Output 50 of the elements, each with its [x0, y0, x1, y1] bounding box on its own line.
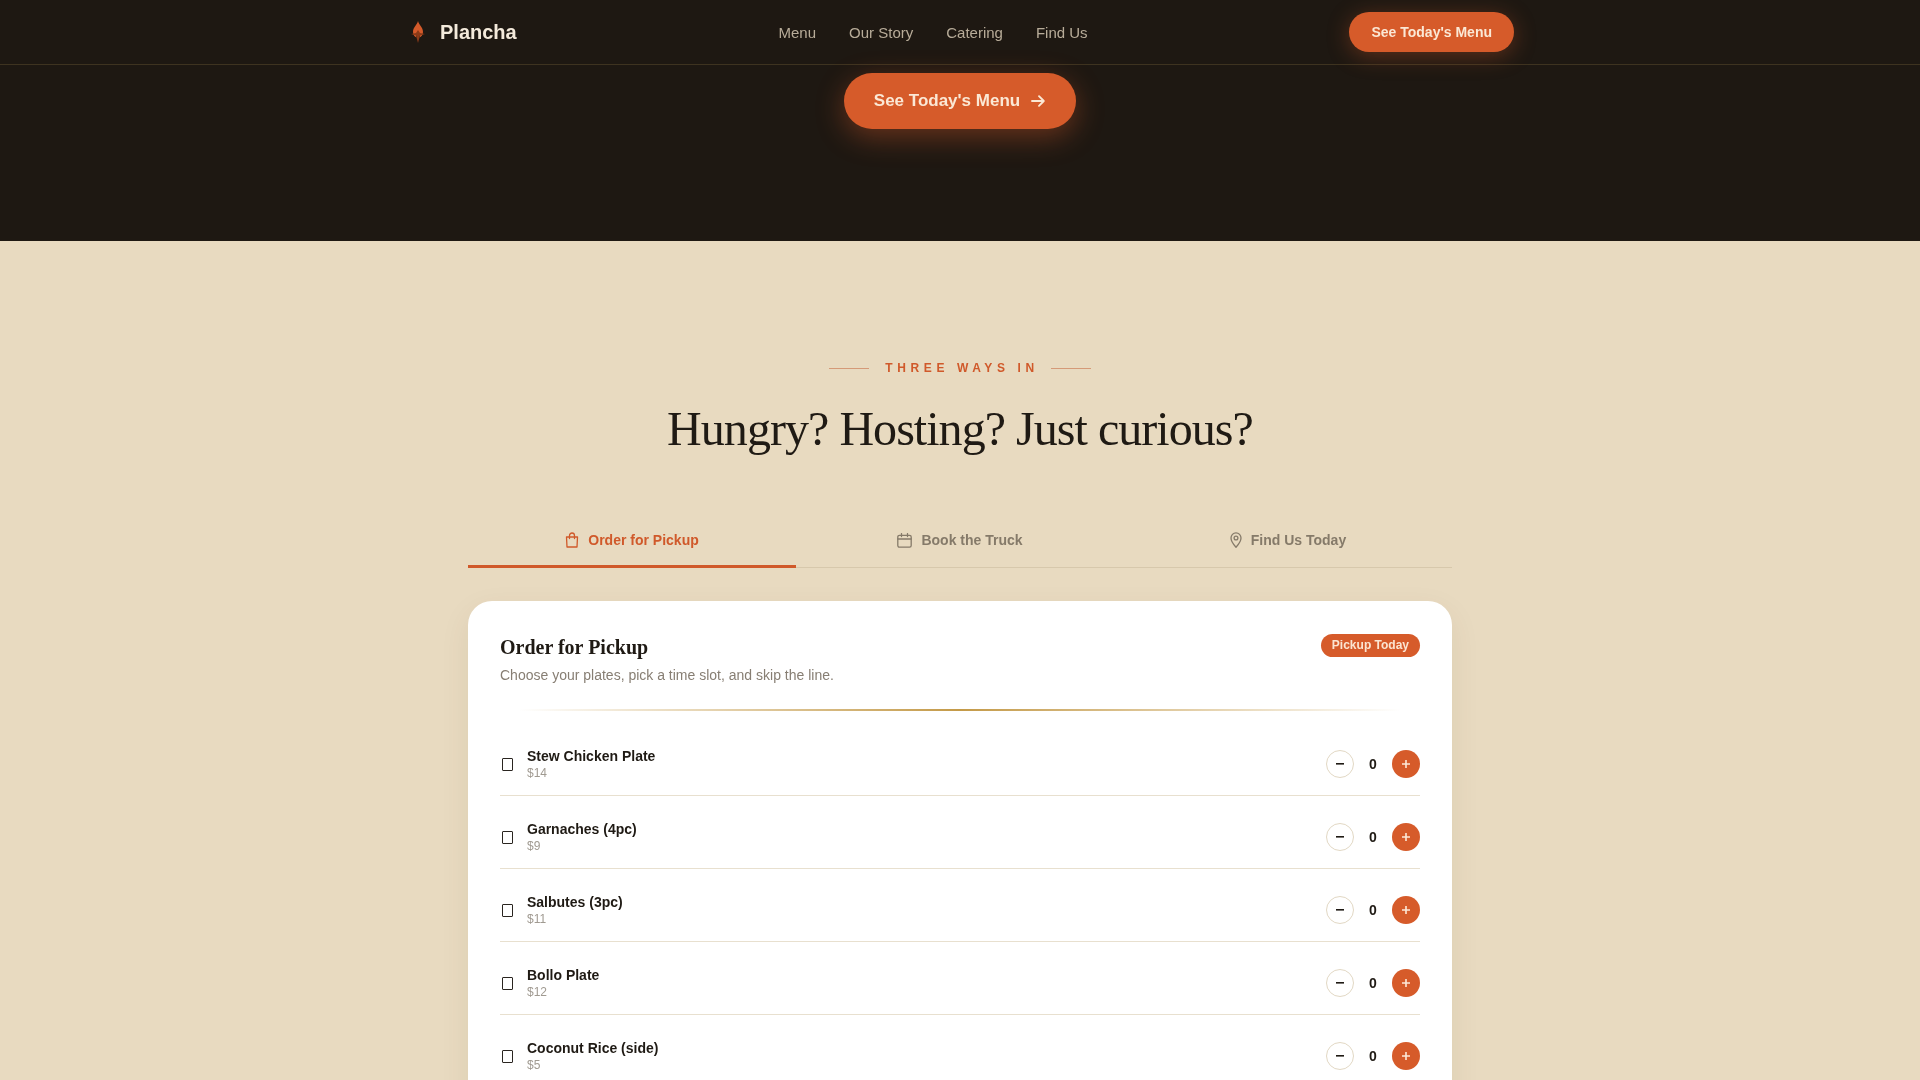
plus-icon	[1402, 979, 1410, 987]
shopping-bag-icon	[565, 532, 580, 548]
status-badge: Pickup Today	[1320, 634, 1420, 657]
item-price: $11	[527, 911, 548, 927]
plus-icon	[1402, 906, 1410, 914]
nav-link[interactable]: Find Us	[1035, 23, 1088, 41]
quantity-value: 0	[1368, 756, 1378, 772]
item-price: $12	[527, 984, 549, 1000]
item-price: $14	[527, 765, 549, 781]
item-name: Salbutes (3pc)	[527, 893, 624, 911]
calendar-icon	[897, 532, 913, 548]
arrow-right-icon	[1030, 93, 1047, 109]
minus-icon	[1336, 982, 1344, 984]
nav-link[interactable]: Catering	[946, 23, 1003, 41]
minus-icon	[1336, 909, 1344, 911]
card-subtitle: Choose your plates, pick a time slot, and skip the line.	[500, 666, 834, 685]
flame-icon	[410, 21, 426, 43]
plus-icon	[1402, 1052, 1410, 1060]
quantity-value: 0	[1368, 975, 1378, 991]
checkbox[interactable]	[502, 830, 513, 844]
quantity-value: 0	[1368, 1048, 1378, 1064]
item-name: Garnaches (4pc)	[527, 820, 638, 838]
nav-link[interactable]: Our Story	[849, 23, 914, 41]
minus-icon	[1336, 836, 1344, 838]
item-price: $9	[527, 838, 542, 854]
plus-icon	[1402, 760, 1410, 768]
increase-button[interactable]	[1392, 1042, 1420, 1070]
card-title: Order for Pickup	[500, 635, 650, 661]
minus-icon	[1336, 1055, 1344, 1057]
quantity-value: 0	[1368, 829, 1378, 845]
quantity-value: 0	[1368, 902, 1378, 918]
item-name: Bollo Plate	[527, 966, 601, 984]
plus-icon	[1402, 833, 1410, 841]
item-name: Stew Chicken Plate	[527, 747, 657, 765]
map-pin-icon	[1229, 532, 1242, 548]
section-heading: Hungry? Hosting? Just curious?	[666, 401, 1254, 457]
checkbox[interactable]	[502, 1049, 513, 1063]
checkbox[interactable]	[502, 903, 513, 917]
item-price: $5	[527, 1057, 542, 1073]
increase-button[interactable]	[1392, 896, 1420, 924]
section-eyebrow: THREE WAYS IN	[884, 360, 1039, 376]
increase-button[interactable]	[1392, 750, 1420, 778]
checkbox[interactable]	[502, 976, 513, 990]
increase-button[interactable]	[1392, 823, 1420, 851]
item-name: Coconut Rice (side)	[527, 1039, 660, 1057]
brand-name[interactable]: Plancha	[440, 20, 517, 44]
nav-link[interactable]: Menu	[778, 23, 817, 41]
checkbox[interactable]	[502, 757, 513, 771]
minus-icon	[1336, 763, 1344, 765]
increase-button[interactable]	[1392, 969, 1420, 997]
